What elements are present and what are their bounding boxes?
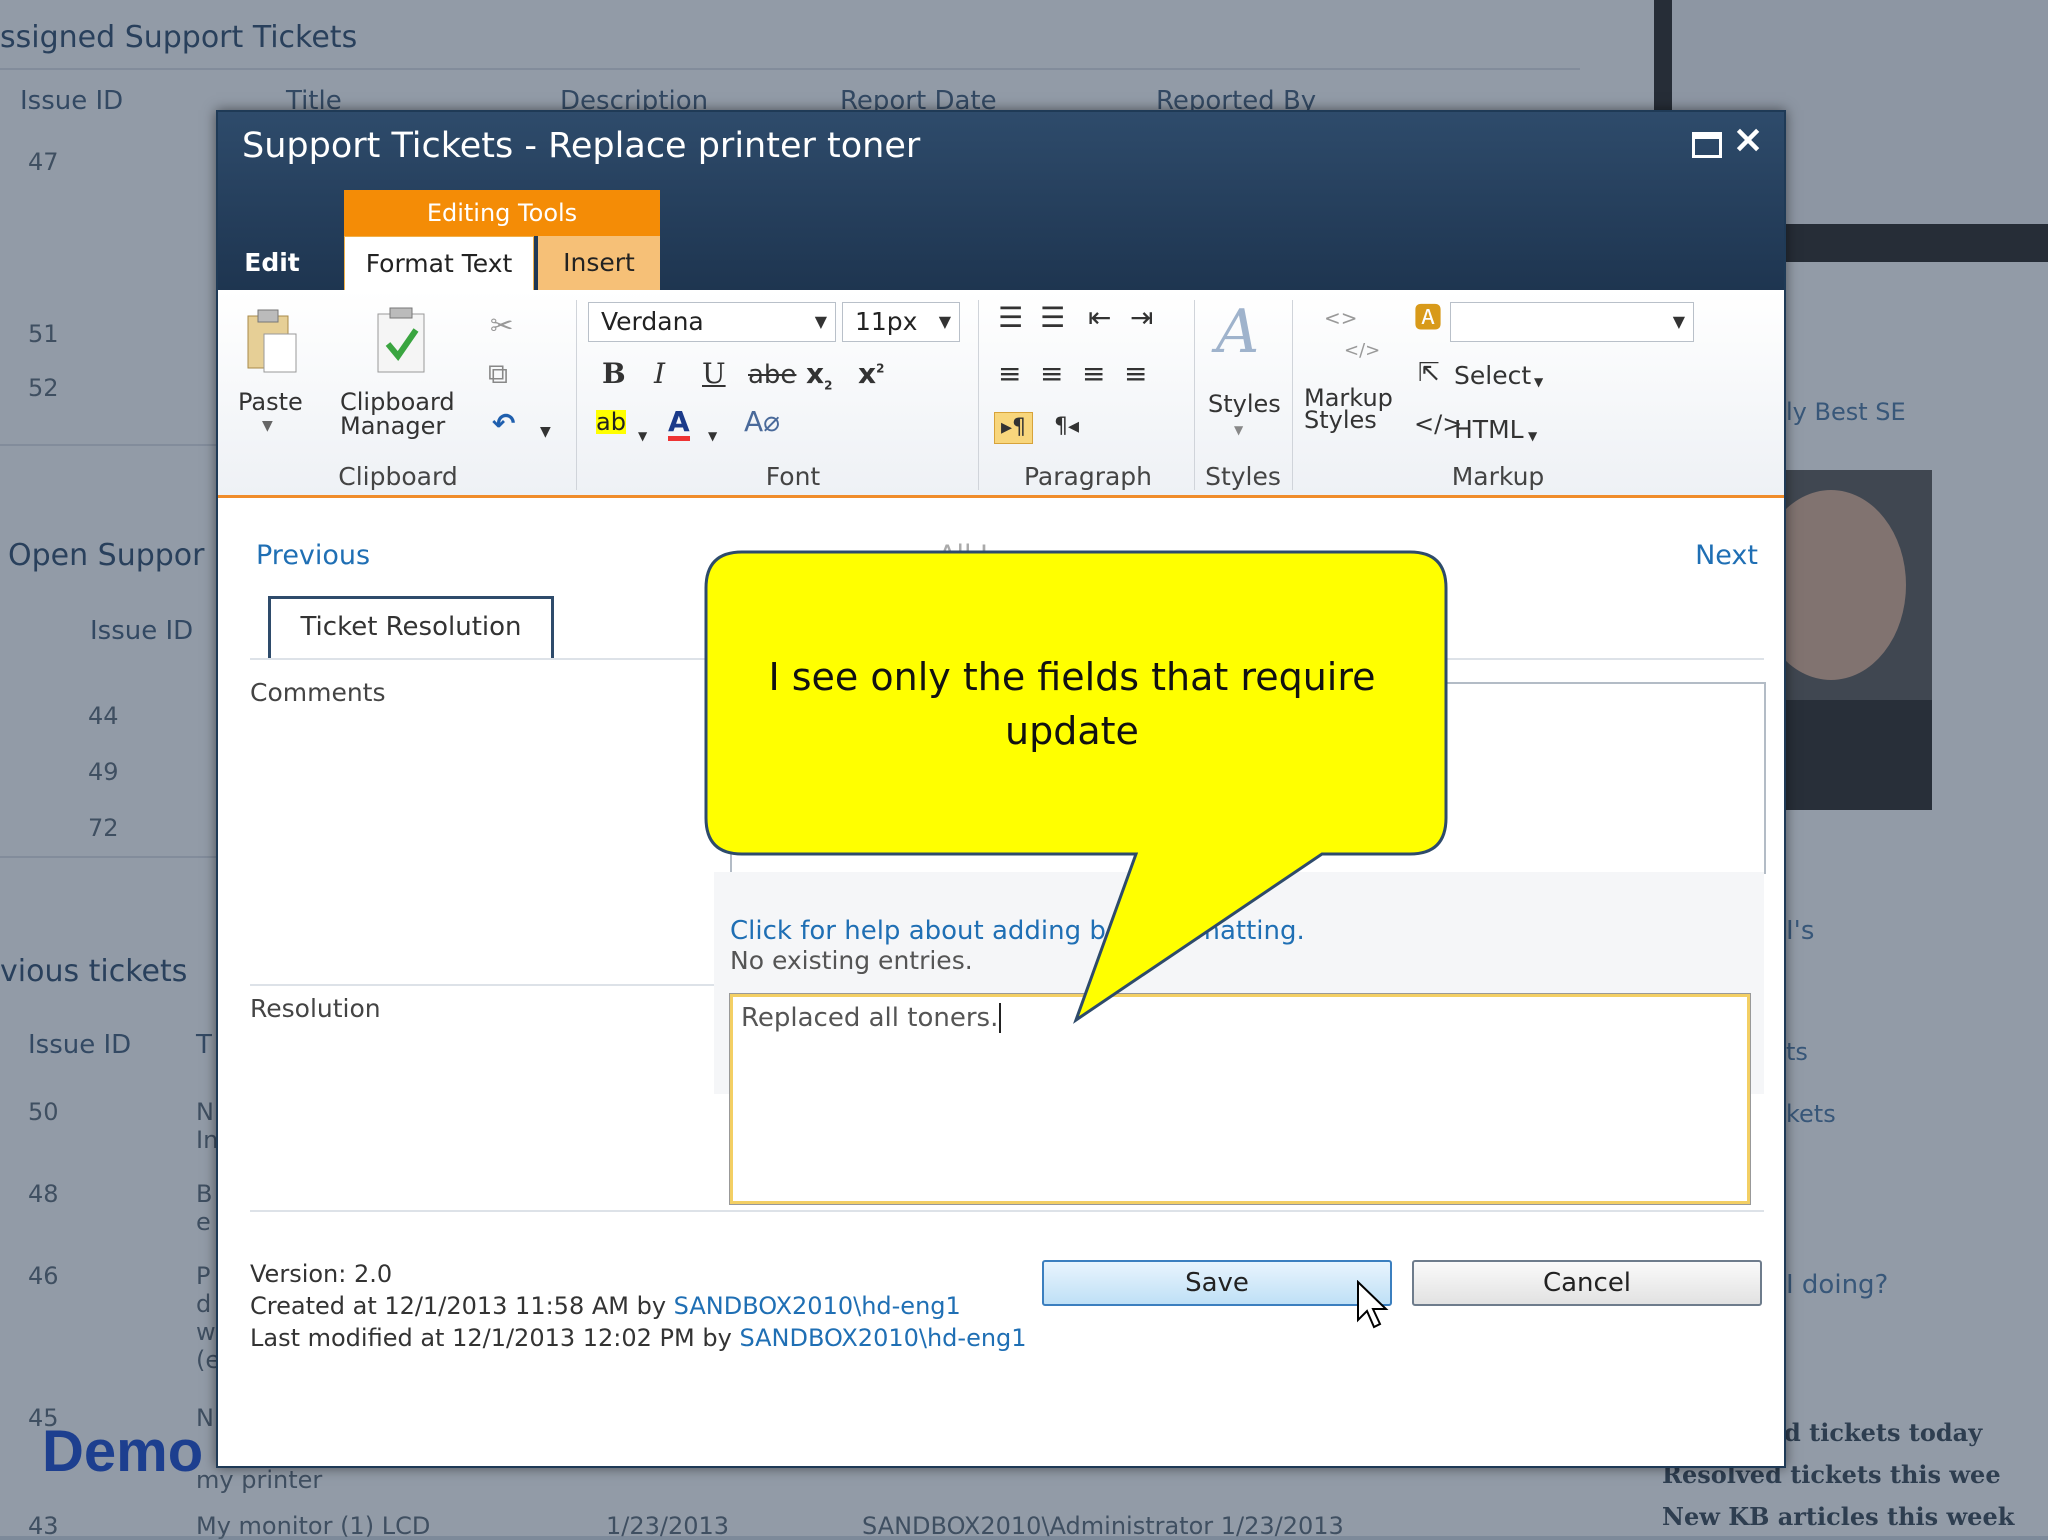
text-cursor: [999, 1003, 1002, 1033]
html-button[interactable]: HTML: [1454, 417, 1524, 442]
tab-edit[interactable]: Edit: [242, 236, 302, 290]
markup-select[interactable]: ▼: [1450, 302, 1694, 342]
created-text: Created at 12/1/2013 11:58 AM by SANDBOX…: [250, 1290, 1027, 1322]
styles-button[interactable]: A Styles ▼: [1204, 302, 1284, 452]
underline-icon[interactable]: U: [702, 360, 726, 388]
tab-insert[interactable]: Insert: [538, 236, 660, 290]
version-text: Version: 2.0: [250, 1260, 393, 1288]
resolution-label: Resolution: [250, 994, 381, 1023]
clear-format-icon[interactable]: A⌀: [744, 408, 780, 436]
created-by-link[interactable]: SANDBOX2010\hd-eng1: [674, 1292, 961, 1320]
markup-group-label: Markup: [1451, 462, 1545, 491]
markup-styles-label-2: Styles: [1304, 406, 1377, 434]
chevron-down-icon[interactable]: ▼: [638, 424, 647, 448]
markup-tag-icon: <>: [1324, 306, 1358, 330]
strikethrough-icon[interactable]: abe: [748, 362, 796, 388]
copy-icon[interactable]: ⧉: [488, 360, 508, 388]
paste-icon: [247, 309, 297, 373]
undo-icon[interactable]: ↶: [492, 410, 515, 438]
demo-label: Demo: [42, 1419, 204, 1484]
tab-format-text[interactable]: Format Text: [344, 236, 534, 290]
resolution-field[interactable]: Replaced all toners.: [729, 993, 1751, 1205]
ribbon: Paste ▼ Clipboard Manager ✂ ⧉ ↶ ▼ Clipbo…: [218, 290, 1784, 498]
modified-prefix: Last modified at 12/1/2013 12:02 PM by: [250, 1324, 740, 1352]
callout-text: I see only the fields that require updat…: [768, 655, 1376, 753]
clipboard-check-icon: [377, 307, 425, 373]
increase-indent-icon[interactable]: ⇥: [1130, 304, 1153, 332]
font-group-label: Font: [765, 462, 821, 491]
undo-dropdown-icon[interactable]: ▼: [540, 420, 551, 444]
comments-label: Comments: [250, 678, 386, 707]
paste-label: Paste: [238, 388, 303, 416]
rtl-direction-icon[interactable]: ¶◂: [1054, 416, 1079, 438]
chevron-down-icon: ▼: [814, 312, 827, 331]
align-center-icon[interactable]: ≡: [1040, 360, 1063, 388]
created-prefix: Created at 12/1/2013 11:58 AM by: [250, 1292, 674, 1320]
tab-ticket-resolution[interactable]: Ticket Resolution: [268, 596, 554, 658]
next-link[interactable]: Next: [1695, 540, 1758, 571]
edit-item-dialog: Support Tickets - Replace printer toner …: [216, 110, 1786, 1468]
justify-icon[interactable]: ≡: [1124, 360, 1147, 388]
chevron-down-icon[interactable]: ▼: [1534, 370, 1543, 394]
editing-tools-label: Editing Tools: [344, 190, 660, 236]
clipboard-manager-button[interactable]: Clipboard Manager: [340, 306, 470, 440]
resolution-value: Replaced all toners.: [741, 1003, 999, 1033]
divider: [250, 1210, 1764, 1212]
formatting-help-link[interactable]: Click for help about adding b ML formatt…: [730, 916, 1305, 946]
all-items-link[interactable]: All I...: [938, 540, 1014, 571]
cancel-button[interactable]: Cancel: [1412, 1260, 1762, 1306]
font-size-value: 11px: [855, 307, 918, 336]
modified-by-link[interactable]: SANDBOX2010\hd-eng1: [739, 1324, 1026, 1352]
clipboard-manager-label-1: Clipboard: [340, 388, 455, 416]
chevron-down-icon: ▼: [1672, 312, 1685, 331]
font-size-select[interactable]: 11px ▼: [842, 302, 960, 342]
ribbon-separator: [1194, 300, 1195, 490]
paste-button[interactable]: Paste ▼: [238, 306, 303, 436]
clipboard-manager-label-2: Manager: [340, 412, 446, 440]
align-right-icon[interactable]: ≡: [1082, 360, 1105, 388]
cut-icon[interactable]: ✂: [490, 312, 513, 340]
item-metadata: Version: 2.0 Created at 12/1/2013 11:58 …: [250, 1258, 1027, 1354]
styles-label: Styles: [1208, 390, 1281, 418]
dialog-titlebar: Support Tickets - Replace printer toner …: [218, 112, 1784, 290]
italic-icon[interactable]: I: [654, 360, 665, 388]
previous-link[interactable]: Previous: [256, 540, 370, 571]
dialog-title: Support Tickets - Replace printer toner: [242, 126, 921, 166]
ribbon-separator: [576, 300, 577, 490]
align-left-icon[interactable]: ≡: [998, 360, 1021, 388]
select-icon[interactable]: ⇱: [1418, 360, 1440, 386]
font-name-select[interactable]: Verdana ▼: [588, 302, 836, 342]
paragraph-group-label: Paragraph: [1023, 462, 1153, 491]
decrease-indent-icon[interactable]: ⇤: [1088, 304, 1111, 332]
divider: [250, 984, 714, 986]
language-icon[interactable]: 🅰: [1414, 304, 1442, 332]
ribbon-separator: [978, 300, 979, 490]
bullet-list-icon[interactable]: ☰: [998, 304, 1023, 332]
subscript-icon[interactable]: x2: [806, 360, 832, 392]
numbered-list-icon[interactable]: ☰: [1040, 304, 1065, 332]
chevron-down-icon[interactable]: ▼: [708, 424, 717, 448]
styles-icon: A: [1216, 297, 1260, 367]
markup-close-tag-icon: </>: [1344, 340, 1381, 361]
font-color-icon[interactable]: A: [668, 408, 690, 441]
select-button[interactable]: Select: [1454, 363, 1531, 388]
styles-group-label: Styles: [1205, 462, 1281, 491]
markup-styles-button[interactable]: <> </> Markup Styles: [1304, 302, 1404, 452]
highlight-icon[interactable]: ab: [596, 410, 626, 434]
chevron-down-icon: ▼: [938, 312, 951, 331]
close-icon[interactable]: ×: [1732, 120, 1764, 158]
save-button[interactable]: Save: [1042, 1260, 1392, 1306]
superscript-icon[interactable]: x2: [858, 360, 884, 388]
bold-icon[interactable]: B: [602, 360, 626, 388]
ltr-direction-icon[interactable]: ▸¶: [994, 412, 1034, 444]
ribbon-separator: [1292, 300, 1293, 490]
modified-text: Last modified at 12/1/2013 12:02 PM by S…: [250, 1322, 1027, 1354]
font-name-value: Verdana: [601, 307, 704, 336]
no-entries-text: No existing entries.: [730, 946, 973, 975]
chevron-down-icon[interactable]: ▼: [1528, 424, 1537, 448]
clipboard-group-label: Clipboard: [338, 462, 458, 491]
maximize-icon[interactable]: [1692, 132, 1722, 158]
mouse-cursor-icon: [1357, 1280, 1389, 1329]
